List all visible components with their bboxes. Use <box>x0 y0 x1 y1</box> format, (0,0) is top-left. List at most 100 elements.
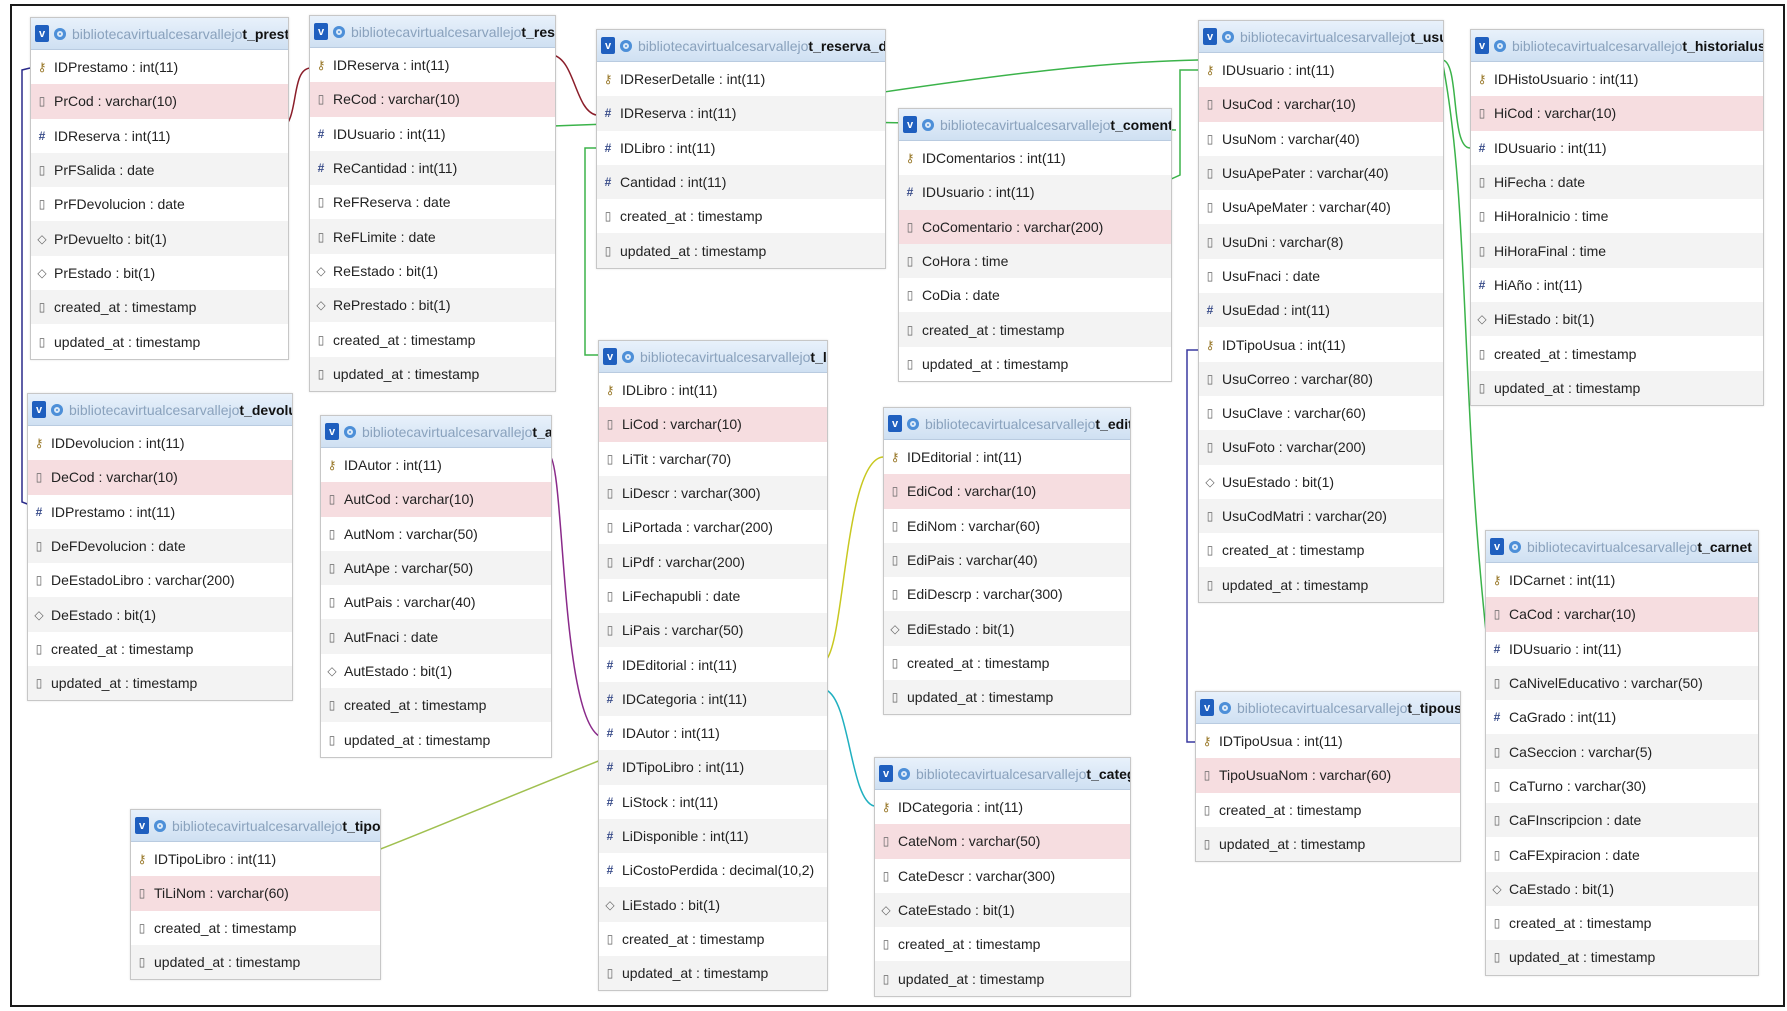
table-t-categoria[interactable]: v bibliotecavirtualcesarvallejot_categori… <box>874 757 1131 997</box>
column-row[interactable]: ▯ created_at : timestamp <box>1199 533 1443 567</box>
column-row[interactable]: # IDTipoLibro : int(11) <box>599 750 827 785</box>
table-header[interactable]: v bibliotecavirtualcesarvallejo t_reserva_… <box>597 30 885 62</box>
column-row[interactable]: ▯ created_at : timestamp <box>597 199 885 233</box>
column-row[interactable]: ▯ UsuApePater : varchar(40) <box>1199 155 1443 191</box>
column-row[interactable]: ◇ ReEstado : bit(1) <box>310 254 555 288</box>
table-name[interactable]: t_comentarios <box>1110 117 1171 133</box>
table-name[interactable]: t_devolucion <box>239 402 292 418</box>
collapse-icon[interactable]: v <box>135 817 149 834</box>
column-row[interactable]: ▯ CaSeccion : varchar(5) <box>1486 734 1758 769</box>
column-row[interactable]: ▯ created_at : timestamp <box>599 922 827 956</box>
table-name[interactable]: t_reserva <box>521 24 555 40</box>
column-row[interactable]: ▯ LiTit : varchar(70) <box>599 442 827 476</box>
column-row[interactable]: ▯ CaFExpiracion : date <box>1486 837 1758 871</box>
column-row[interactable]: ▯ UsuFnaci : date <box>1199 259 1443 293</box>
column-row[interactable]: ⚷ IDReserva : int(11) <box>310 48 555 82</box>
column-row[interactable]: ⚷ IDAutor : int(11) <box>321 448 551 482</box>
collapse-icon[interactable]: v <box>903 116 917 133</box>
table-header[interactable]: v bibliotecavirtualcesarvallejot_devoluci… <box>28 394 292 426</box>
column-row[interactable]: # CaGrado : int(11) <box>1486 700 1758 734</box>
column-row[interactable]: ◇ EdiEstado : bit(1) <box>884 611 1130 646</box>
column-row[interactable]: # IDUsuario : int(11) <box>1471 131 1763 165</box>
column-row[interactable]: # ReCantidad : int(11) <box>310 150 555 186</box>
column-row[interactable]: ▯ AutApe : varchar(50) <box>321 550 551 586</box>
column-row[interactable]: ▯ CoComentario : varchar(200) <box>899 209 1171 244</box>
column-row[interactable]: ▯ LiCod : varchar(10) <box>599 407 827 442</box>
column-row[interactable]: ▯ LiFechapubli : date <box>599 579 827 613</box>
collapse-icon[interactable]: v <box>32 401 46 418</box>
table-t-carnet[interactable]: v bibliotecavirtualcesarvallejo t_carnet ⚷ I… <box>1485 530 1759 976</box>
column-row[interactable]: ▯ created_at : timestamp <box>31 290 288 325</box>
column-row[interactable]: ▯ created_at : timestamp <box>1196 793 1460 827</box>
column-row[interactable]: ▯ HiHoraFinal : time <box>1471 233 1763 268</box>
column-row[interactable]: ◇ HiEstado : bit(1) <box>1471 302 1763 337</box>
table-name[interactable]: t_reserva_detalle <box>808 38 885 54</box>
collapse-icon[interactable]: v <box>879 765 893 782</box>
column-row[interactable]: # IDAutor : int(11) <box>599 716 827 750</box>
column-row[interactable]: ▯ created_at : timestamp <box>310 322 555 356</box>
column-row[interactable]: ▯ EdiPais : varchar(40) <box>884 542 1130 578</box>
column-row[interactable]: ▯ updated_at : timestamp <box>310 356 555 391</box>
table-header[interactable]: v bibliotecavirtualcesarvallejot_usuario <box>1199 21 1443 53</box>
column-row[interactable]: # IDReserva : int(11) <box>597 96 885 131</box>
column-row[interactable]: ▯ PrFSalida : date <box>31 152 288 188</box>
table-header[interactable]: v bibliotecavirtualcesarvallejot_autor <box>321 416 551 448</box>
column-row[interactable]: ▯ UsuCorreo : varchar(80) <box>1199 361 1443 396</box>
table-name[interactable]: t_tipolibro <box>342 818 380 834</box>
collapse-icon[interactable]: v <box>601 37 615 54</box>
column-row[interactable]: ⚷ IDHistoUsuario : int(11) <box>1471 62 1763 96</box>
column-row[interactable]: ▯ UsuFoto : varchar(200) <box>1199 430 1443 465</box>
table-header[interactable]: v bibliotecavirtualcesarvallejot_tipolibr… <box>131 810 380 842</box>
column-row[interactable]: # LiStock : int(11) <box>599 785 827 819</box>
column-row[interactable]: ▯ UsuCod : varchar(10) <box>1199 87 1443 122</box>
column-row[interactable]: ▯ created_at : timestamp <box>875 927 1130 961</box>
column-row[interactable]: ▯ EdiNom : varchar(60) <box>884 509 1130 543</box>
column-row[interactable]: # IDEditorial : int(11) <box>599 647 827 681</box>
column-row[interactable]: ▯ TipoUsuaNom : varchar(60) <box>1196 758 1460 793</box>
column-row[interactable]: ▯ CaCod : varchar(10) <box>1486 597 1758 632</box>
column-row[interactable]: ▯ LiPais : varchar(50) <box>599 613 827 648</box>
collapse-icon[interactable]: v <box>888 415 902 432</box>
column-row[interactable]: ▯ CoHora : time <box>899 243 1171 279</box>
column-row[interactable]: # IDUsuario : int(11) <box>310 117 555 151</box>
column-row[interactable]: # HiAño : int(11) <box>1471 268 1763 302</box>
column-row[interactable]: ▯ CaFInscripcion : date <box>1486 803 1758 838</box>
column-row[interactable]: # IDUsuario : int(11) <box>899 175 1171 210</box>
collapse-icon[interactable]: v <box>1203 28 1217 45</box>
column-row[interactable]: ▯ UsuNom : varchar(40) <box>1199 122 1443 156</box>
collapse-icon[interactable]: v <box>1475 37 1489 54</box>
column-row[interactable]: ▯ LiPortada : varchar(200) <box>599 510 827 544</box>
column-row[interactable]: ▯ updated_at : timestamp <box>1486 940 1758 975</box>
column-row[interactable]: ◇ UsuEstado : bit(1) <box>1199 465 1443 499</box>
column-row[interactable]: ▯ AutNom : varchar(50) <box>321 517 551 551</box>
collapse-icon[interactable]: v <box>314 23 328 40</box>
column-row[interactable]: ▯ updated_at : timestamp <box>1196 826 1460 862</box>
collapse-icon[interactable]: v <box>1200 699 1214 716</box>
column-row[interactable]: # UsuEdad : int(11) <box>1199 293 1443 328</box>
column-row[interactable]: ▯ ReFLimite : date <box>310 219 555 254</box>
table-t-usuario[interactable]: v bibliotecavirtualcesarvallejot_usuario ⚷… <box>1198 20 1444 603</box>
column-row[interactable]: ▯ CaNivelEducativo : varchar(50) <box>1486 665 1758 701</box>
column-row[interactable]: ▯ created_at : timestamp <box>1486 906 1758 940</box>
table-t-autor[interactable]: v bibliotecavirtualcesarvallejot_autor ⚷ ID… <box>320 415 552 758</box>
column-row[interactable]: ⚷ IDDevolucion : int(11) <box>28 426 292 460</box>
column-row[interactable]: ▯ PrFDevolucion : date <box>31 187 288 221</box>
column-row[interactable]: ⚷ IDPrestamo : int(11) <box>31 50 288 84</box>
column-row[interactable]: ▯ LiPdf : varchar(200) <box>599 544 827 579</box>
table-name[interactable]: t_carnet <box>1697 539 1751 555</box>
column-row[interactable]: ▯ CoDia : date <box>899 278 1171 312</box>
column-row[interactable]: ▯ UsuApeMater : varchar(40) <box>1199 190 1443 224</box>
table-header[interactable]: v bibliotecavirtualcesarvallejot_reserva <box>310 16 555 48</box>
column-row[interactable]: ▯ ReCod : varchar(10) <box>310 82 555 117</box>
column-row[interactable]: ▯ created_at : timestamp <box>131 911 380 945</box>
column-row[interactable]: ▯ DeFDevolucion : date <box>28 528 292 564</box>
column-row[interactable]: ⚷ IDCarnet : int(11) <box>1486 563 1758 597</box>
column-row[interactable]: ▯ HiHoraInicio : time <box>1471 199 1763 233</box>
column-row[interactable]: ▯ HiFecha : date <box>1471 164 1763 200</box>
column-row[interactable]: ◇ PrDevuelto : bit(1) <box>31 221 288 256</box>
column-row[interactable]: ◇ CateEstado : bit(1) <box>875 892 1130 928</box>
column-row[interactable]: ▯ TiLiNom : varchar(60) <box>131 876 380 911</box>
column-row[interactable]: ⚷ IDReserDetalle : int(11) <box>597 62 885 96</box>
column-row[interactable]: ▯ created_at : timestamp <box>321 688 551 723</box>
column-row[interactable]: ◇ LiEstado : bit(1) <box>599 887 827 922</box>
